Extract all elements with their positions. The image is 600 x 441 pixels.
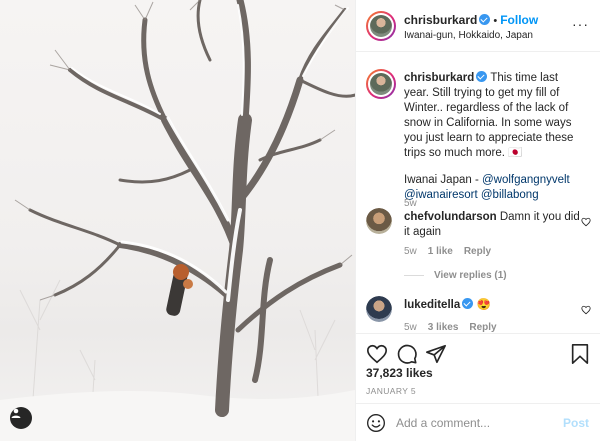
post-actions: 37,823 likes JANUARY 5 (356, 333, 600, 403)
caption-avatar[interactable] (366, 69, 396, 99)
snowy-tree-snowboarder-image (0, 0, 355, 441)
comment-body: 😍 (476, 299, 491, 311)
like-comment-heart-icon[interactable] (581, 305, 591, 315)
comment-age[interactable]: 5w (404, 322, 417, 333)
separator-dot: • (493, 15, 498, 27)
heart-icon[interactable] (366, 343, 388, 365)
emoji-icon[interactable] (366, 413, 386, 433)
comments-section: chrisburkard This time last year. Still … (356, 53, 600, 333)
commenter-avatar[interactable] (366, 296, 392, 322)
post-photo[interactable] (0, 0, 355, 441)
reply-button[interactable]: Reply (469, 322, 496, 333)
share-icon[interactable] (425, 343, 447, 365)
comment-text: lukeditella 😍 (404, 298, 582, 313)
verified-badge-icon (479, 14, 491, 25)
bookmark-icon[interactable] (569, 343, 591, 365)
mention-link[interactable]: @billabong (481, 189, 539, 201)
snowboarder-figure (166, 264, 193, 316)
comment-meta: 5w 1 like Reply (404, 246, 502, 257)
comment-icon[interactable] (396, 343, 418, 365)
replies-divider (404, 274, 424, 276)
view-replies-button[interactable]: View replies (1) (404, 270, 507, 281)
commenter-username[interactable]: lukeditella (404, 299, 460, 311)
reply-button[interactable]: Reply (464, 246, 491, 257)
more-icon[interactable]: ··· (572, 17, 589, 31)
commenter-username[interactable]: chefvolundarson (404, 211, 497, 223)
caption-meta: 5w (404, 198, 428, 209)
verified-badge-icon (476, 71, 488, 82)
like-comment-heart-icon[interactable] (581, 217, 591, 227)
author-username[interactable]: chrisburkard (404, 13, 477, 27)
commenter-avatar[interactable] (366, 208, 392, 234)
mention-link[interactable]: @wolfgangnyvelt (482, 174, 570, 186)
post-location[interactable]: Iwanai-gun, Hokkaido, Japan (404, 30, 533, 41)
verified-badge-icon (462, 298, 474, 309)
caption-body: This time last year. Still trying to get… (404, 72, 574, 159)
comment-likes[interactable]: 1 like (428, 246, 453, 257)
likes-count[interactable]: 37,823 likes (366, 366, 433, 380)
follow-button[interactable]: Follow (500, 13, 538, 27)
comment-likes[interactable]: 3 likes (428, 322, 459, 333)
post-header: chrisburkard • Follow Iwanai-gun, Hokkaido… (356, 0, 600, 52)
caption-age[interactable]: 5w (404, 198, 417, 209)
post-side-panel: chrisburkard • Follow Iwanai-gun, Hokkaido… (355, 0, 600, 441)
view-replies-label: View replies (1) (434, 270, 507, 281)
comment-meta: 5w 3 likes Reply (404, 322, 508, 333)
caption-username[interactable]: chrisburkard (404, 72, 474, 84)
user-tag-icon[interactable] (10, 407, 32, 429)
comment-input[interactable] (396, 413, 556, 433)
comment-text: chefvolundarson Damn it you did it again (404, 210, 582, 240)
caption-text: chrisburkard This time last year. Still … (404, 71, 582, 203)
post-date[interactable]: JANUARY 5 (366, 386, 416, 396)
author-line: chrisburkard • Follow (404, 13, 538, 27)
author-avatar[interactable] (366, 11, 396, 41)
comment-age[interactable]: 5w (404, 246, 417, 257)
post-button[interactable]: Post (563, 416, 589, 430)
caption-tag-prefix: Iwanai Japan - (404, 174, 482, 186)
comment-composer: Post (356, 403, 600, 441)
